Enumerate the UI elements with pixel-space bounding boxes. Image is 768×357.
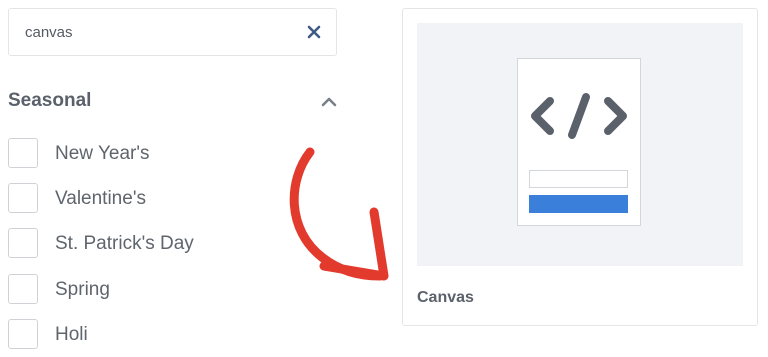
seasonal-section-header[interactable]: Seasonal	[8, 88, 338, 116]
close-icon[interactable]	[306, 24, 322, 40]
filter-label: Valentine's	[55, 188, 146, 209]
chevron-up-icon[interactable]	[320, 94, 338, 108]
template-title: Canvas	[417, 289, 474, 306]
filter-label: Spring	[55, 279, 110, 300]
form-preview-document	[517, 58, 641, 226]
search-input[interactable]: canvas	[8, 8, 337, 56]
filter-label: New Year's	[55, 143, 150, 164]
checkbox[interactable]	[8, 274, 38, 304]
checkbox[interactable]	[8, 183, 38, 213]
mock-submit-button	[529, 195, 628, 213]
section-title: Seasonal	[8, 90, 92, 111]
filter-item-new-years[interactable]: New Year's	[8, 138, 328, 170]
arrow-annotation	[289, 147, 389, 281]
filter-item-spring[interactable]: Spring	[8, 274, 328, 306]
checkbox[interactable]	[8, 138, 38, 168]
filter-label: Holi	[55, 324, 88, 345]
search-value: canvas	[25, 24, 73, 41]
filter-item-valentines[interactable]: Valentine's	[8, 183, 328, 215]
template-preview	[417, 23, 743, 266]
template-card-canvas[interactable]: Canvas	[402, 8, 758, 326]
filter-item-holi[interactable]: Holi	[8, 319, 328, 351]
mock-text-field	[529, 170, 628, 188]
checkbox[interactable]	[8, 319, 38, 349]
filter-item-st-patricks-day[interactable]: St. Patrick's Day	[8, 228, 328, 260]
code-icon	[531, 93, 627, 139]
filter-label: St. Patrick's Day	[55, 233, 194, 254]
checkbox[interactable]	[8, 228, 38, 258]
